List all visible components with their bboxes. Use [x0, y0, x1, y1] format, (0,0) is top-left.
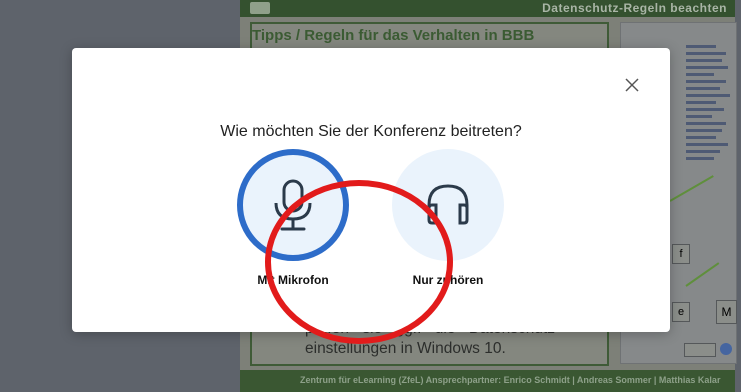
slide-footer: Zentrum für eLearning (ZfeL) Ansprechpar…	[240, 370, 735, 392]
side-input	[684, 343, 716, 357]
slide-header-text: Datenschutz-Regeln beachten	[542, 1, 727, 15]
slide-title: Tipps / Regeln für das Verhalten in BBB	[252, 27, 535, 44]
send-icon	[720, 343, 732, 355]
side-panel-text	[686, 45, 732, 185]
side-box-e: e	[672, 302, 690, 322]
listen-only-option-button[interactable]	[392, 149, 504, 261]
side-box-f: f	[672, 244, 690, 264]
listen-only-option-label[interactable]: Nur zuhören	[378, 273, 518, 287]
slide-footer-text: Zentrum für eLearning (ZfeL) Ansprechpar…	[300, 375, 721, 385]
close-icon	[625, 78, 639, 92]
microphone-option-label[interactable]: Mit Mikrofon	[223, 273, 363, 287]
close-button[interactable]	[622, 75, 642, 95]
slide-logo	[250, 2, 270, 14]
slide-text-line: einstellungen in Windows 10.	[305, 340, 506, 357]
side-box-m: M	[716, 300, 737, 324]
microphone-icon	[274, 179, 312, 231]
join-audio-modal: Wie möchten Sie der Konferenz beitreten?…	[72, 48, 670, 344]
modal-title: Wie möchten Sie der Konferenz beitreten?	[220, 123, 522, 140]
headphones-icon	[427, 184, 469, 225]
microphone-option-button[interactable]	[237, 149, 349, 261]
slide-header: Datenschutz-Regeln beachten	[240, 0, 735, 17]
